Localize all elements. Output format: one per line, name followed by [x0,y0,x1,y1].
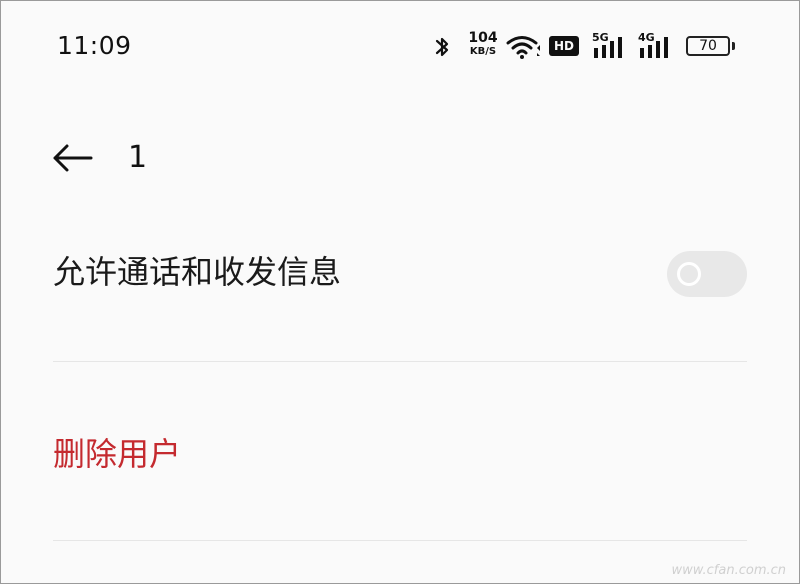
battery-tip [732,42,735,50]
status-bar: 11:09 104 KB/S HD 5G 4G 70 [0,0,800,92]
battery-level: 70 [699,38,717,54]
network-speed: 104 KB/S [466,31,500,58]
battery-icon: 70 [686,36,730,56]
network-speed-value: 104 [468,30,498,46]
page-title: 1 [128,140,148,175]
signal-4g-icon [640,37,668,58]
signal-5g-icon [594,37,622,58]
hd-voice-icon: HD [549,36,579,56]
back-button[interactable] [46,136,98,180]
hd-label: HD [553,39,574,53]
delete-user-label: 删除用户 [53,435,182,473]
divider [53,540,747,541]
divider [53,361,747,362]
status-time: 11:09 [57,31,132,60]
toggle-knob [677,262,701,286]
watermark: www.cfan.com.cn [671,563,786,578]
allow-calls-sms-label: 允许通话和收发信息 [53,253,342,291]
allow-calls-sms-toggle[interactable] [667,251,747,297]
allow-calls-sms-row[interactable]: 允许通话和收发信息 [53,252,747,292]
network-speed-unit: KB/S [469,46,497,57]
delete-user-row[interactable]: 删除用户 [53,434,747,474]
wifi-icon [506,36,540,59]
arrow-left-icon [53,144,93,172]
bluetooth-icon [435,37,449,57]
